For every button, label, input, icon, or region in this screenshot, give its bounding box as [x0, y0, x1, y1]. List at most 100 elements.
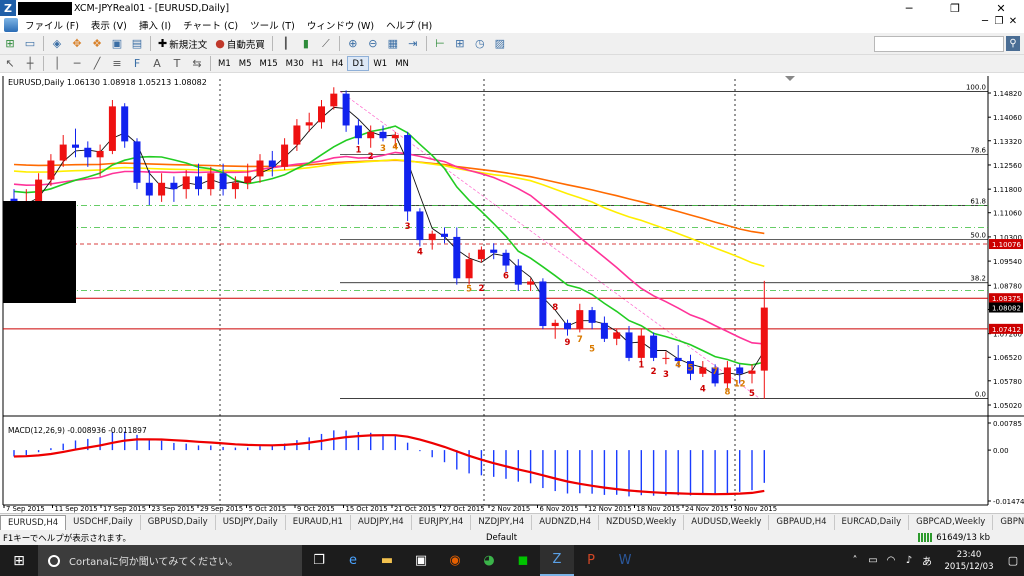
chart-tab[interactable]: EURJPY,H4 [412, 514, 472, 530]
chart-tab[interactable]: EURUSD,H4 [0, 514, 67, 530]
chart-tab[interactable]: USDJPY,Daily [216, 514, 286, 530]
profiles-icon[interactable]: ▭ [21, 36, 39, 52]
network-icon[interactable]: ◠ [882, 555, 900, 566]
search-input[interactable] [874, 36, 1004, 52]
chart-tab[interactable]: GBPAUD,H4 [769, 514, 835, 530]
tile-windows-icon[interactable]: ▦ [384, 36, 402, 52]
menu-window[interactable]: ウィンドウ (W) [302, 18, 381, 32]
time-axis-label: 18 Nov 2015 [637, 505, 681, 513]
taskbar-clock[interactable]: 23:40 2015/12/03 [936, 549, 1002, 573]
chrome-icon[interactable]: ◕ [472, 545, 506, 576]
store-icon[interactable]: ▣ [404, 545, 438, 576]
file-explorer-icon[interactable]: ▬ [370, 545, 404, 576]
arrows-icon[interactable]: ⇆ [188, 56, 206, 72]
timeframe-m15[interactable]: M15 [256, 56, 282, 71]
firefox-icon[interactable]: ◉ [438, 545, 472, 576]
battery-icon[interactable]: ▭ [864, 555, 882, 566]
bar-chart-icon[interactable]: ┃ [277, 36, 295, 52]
chart-tab[interactable]: NZDUSD,Weekly [599, 514, 685, 530]
chart-window[interactable]: 100.078.661.850.038.20.0 612343452689751… [0, 73, 1024, 513]
timeframe-w1[interactable]: W1 [369, 56, 391, 71]
chart-tab[interactable]: EURAUD,H1 [286, 514, 351, 530]
chart-tab[interactable]: USDCHF,Daily [66, 514, 141, 530]
fibonacci-level-label: 100.0 [966, 83, 986, 91]
maximize-button[interactable]: ❐ [932, 0, 978, 16]
chart-tab[interactable]: GBPUSD,Daily [141, 514, 216, 530]
chart-window-icon[interactable] [4, 17, 18, 32]
chart-tab[interactable]: GBPNZD,Weekly [993, 515, 1024, 530]
trendline-icon[interactable]: ╱ [88, 56, 106, 72]
child-close-button[interactable]: ✕ [1006, 16, 1020, 27]
horizontal-line-icon[interactable]: ─ [68, 56, 86, 72]
cursor-icon[interactable]: ↖ [1, 56, 19, 72]
chart-tab[interactable]: NZDJPY,H4 [471, 514, 533, 530]
cortana-search[interactable]: Cortanaに何か聞いてみてください。 [38, 545, 302, 576]
timeframe-m5[interactable]: M5 [235, 56, 256, 71]
line-app-icon[interactable]: ◼ [506, 545, 540, 576]
auto-trade-icon: ● [215, 37, 225, 50]
auto-scroll-icon[interactable]: ⇥ [404, 36, 422, 52]
chart-shift-icon[interactable]: ⊢ [431, 36, 449, 52]
market-watch-icon[interactable]: ◈ [48, 36, 66, 52]
tester-icon[interactable]: ▤ [128, 36, 146, 52]
volume-icon[interactable]: ♪ [900, 555, 918, 566]
indicators-icon[interactable]: ⊞ [451, 36, 469, 52]
edge-browser-icon[interactable]: e [336, 545, 370, 576]
menu-tools[interactable]: ツール (T) [245, 18, 302, 32]
tray-overflow-icon[interactable]: ˄ [846, 555, 864, 566]
terminal-icon[interactable]: ▣ [108, 36, 126, 52]
search-icon[interactable]: ⚲ [1006, 36, 1020, 51]
price-axis-label: 1.05020 [993, 402, 1022, 410]
windows-taskbar: ⊞ Cortanaに何か聞いてみてください。 ❐ e ▬ ▣ ◉ ◕ ◼ Z P… [0, 545, 1024, 576]
new-order-button[interactable]: ✚ 新規注文 [154, 37, 211, 51]
price-chart[interactable]: 100.078.661.850.038.20.0 612343452689751… [0, 73, 1024, 513]
task-view-icon[interactable]: ❐ [302, 545, 336, 576]
timeframe-m1[interactable]: M1 [214, 56, 235, 71]
line-chart-icon[interactable]: ⟋ [317, 36, 335, 52]
menu-view[interactable]: 表示 (V) [86, 18, 134, 32]
start-button[interactable]: ⊞ [0, 545, 38, 576]
zoom-in-icon[interactable]: ⊕ [344, 36, 362, 52]
chart-tab[interactable]: EURCAD,Daily [835, 514, 910, 530]
candlestick-icon[interactable]: ▮ [297, 36, 315, 52]
child-restore-button[interactable]: ❐ [992, 16, 1006, 27]
templates-icon[interactable]: ▨ [491, 36, 509, 52]
auto-trade-button[interactable]: ● 自動売買 [211, 37, 269, 51]
chart-tab[interactable]: AUDUSD,Weekly [684, 514, 770, 530]
powerpoint-icon[interactable]: P [574, 545, 608, 576]
navigator-icon[interactable]: ✥ [68, 36, 86, 52]
timeframe-m30[interactable]: M30 [282, 56, 308, 71]
menu-insert[interactable]: 挿入 (I) [134, 18, 178, 32]
close-button[interactable]: ✕ [978, 0, 1024, 16]
data-window-icon[interactable]: ❖ [88, 36, 106, 52]
channel-icon[interactable]: ≡ [108, 56, 126, 72]
timeframe-h1[interactable]: H1 [308, 56, 328, 71]
price-axis-label: 1.05780 [993, 378, 1022, 386]
minimize-button[interactable]: ─ [886, 0, 932, 16]
child-minimize-button[interactable]: ─ [978, 16, 992, 27]
menu-help[interactable]: ヘルプ (H) [381, 18, 439, 32]
menu-chart[interactable]: チャート (C) [178, 18, 245, 32]
bullish-candle [637, 335, 645, 358]
timeframe-d1[interactable]: D1 [347, 56, 370, 71]
price-marker-label: 1.08375 [992, 295, 1021, 303]
keyboard-layout-icon[interactable]: あ [918, 553, 936, 568]
new-chart-icon[interactable]: ⊞ [1, 36, 19, 52]
new-order-icon: ✚ [158, 37, 168, 50]
notification-icon[interactable]: ▢ [1002, 554, 1024, 567]
word-icon[interactable]: W [608, 545, 642, 576]
text-tool-icon[interactable]: A [148, 56, 166, 72]
timeframe-h4[interactable]: H4 [328, 56, 348, 71]
crosshair-icon[interactable]: ┼ [21, 56, 39, 72]
periods-icon[interactable]: ◷ [471, 36, 489, 52]
label-tool-icon[interactable]: T [168, 56, 186, 72]
chart-tab[interactable]: AUDNZD,H4 [532, 514, 600, 530]
menu-file[interactable]: ファイル (F) [20, 18, 86, 32]
chart-tab[interactable]: GBPCAD,Weekly [909, 514, 994, 530]
chart-tab[interactable]: AUDJPY,H4 [351, 514, 412, 530]
fibonacci-icon[interactable]: F [128, 56, 146, 72]
vertical-line-icon[interactable]: │ [48, 56, 66, 72]
timeframe-mn[interactable]: MN [391, 56, 413, 71]
metatrader-app-icon[interactable]: Z [540, 545, 574, 576]
zoom-out-icon[interactable]: ⊖ [364, 36, 382, 52]
